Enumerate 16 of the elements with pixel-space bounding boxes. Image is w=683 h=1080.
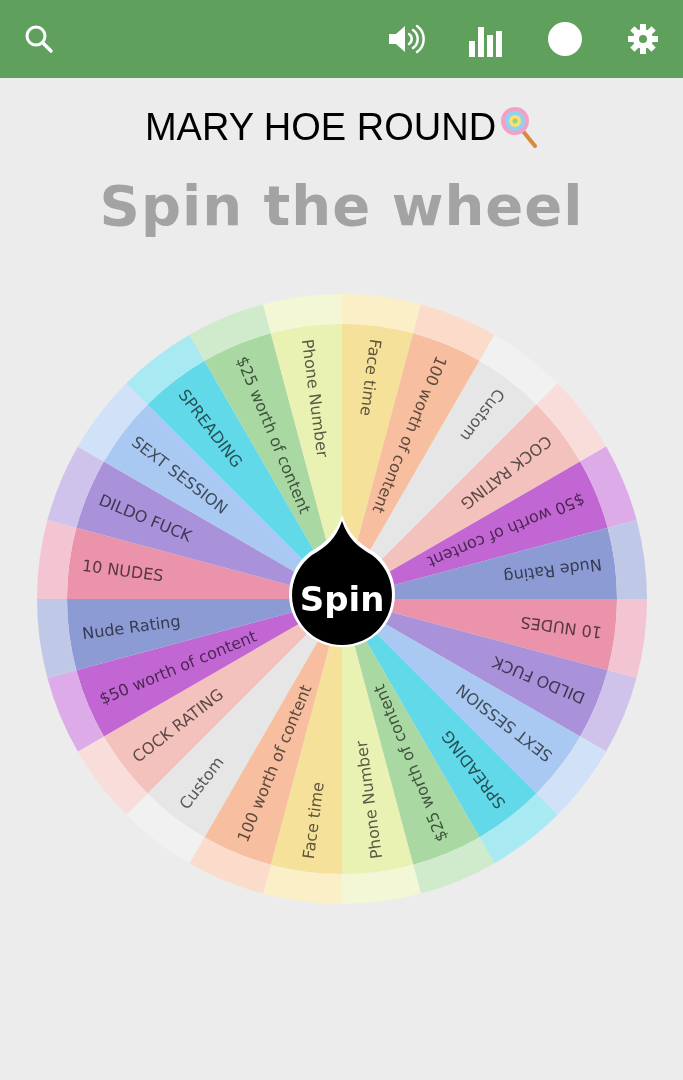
lollipop-icon (500, 106, 539, 148)
segment-label: Nude Rating (80, 611, 181, 644)
segment-label: Nude Rating (502, 554, 603, 587)
spin-button[interactable]: Spin (288, 515, 395, 648)
segment-label: Face time (355, 337, 385, 418)
segment-label: 10 NUDES (80, 555, 164, 586)
settings-icon[interactable] (627, 23, 659, 55)
search-icon[interactable] (24, 24, 54, 54)
segment-label: Phone Number (297, 338, 332, 459)
segment-label: Phone Number (351, 739, 386, 860)
page-heading: Spin the wheel (99, 173, 584, 238)
segment-label: Face time (298, 780, 328, 861)
speaker-icon[interactable] (387, 23, 425, 55)
wheel-title: MARY HOE ROUND (144, 108, 497, 146)
segment-label: 10 NUDES (519, 612, 603, 643)
circle-icon[interactable] (547, 21, 583, 57)
